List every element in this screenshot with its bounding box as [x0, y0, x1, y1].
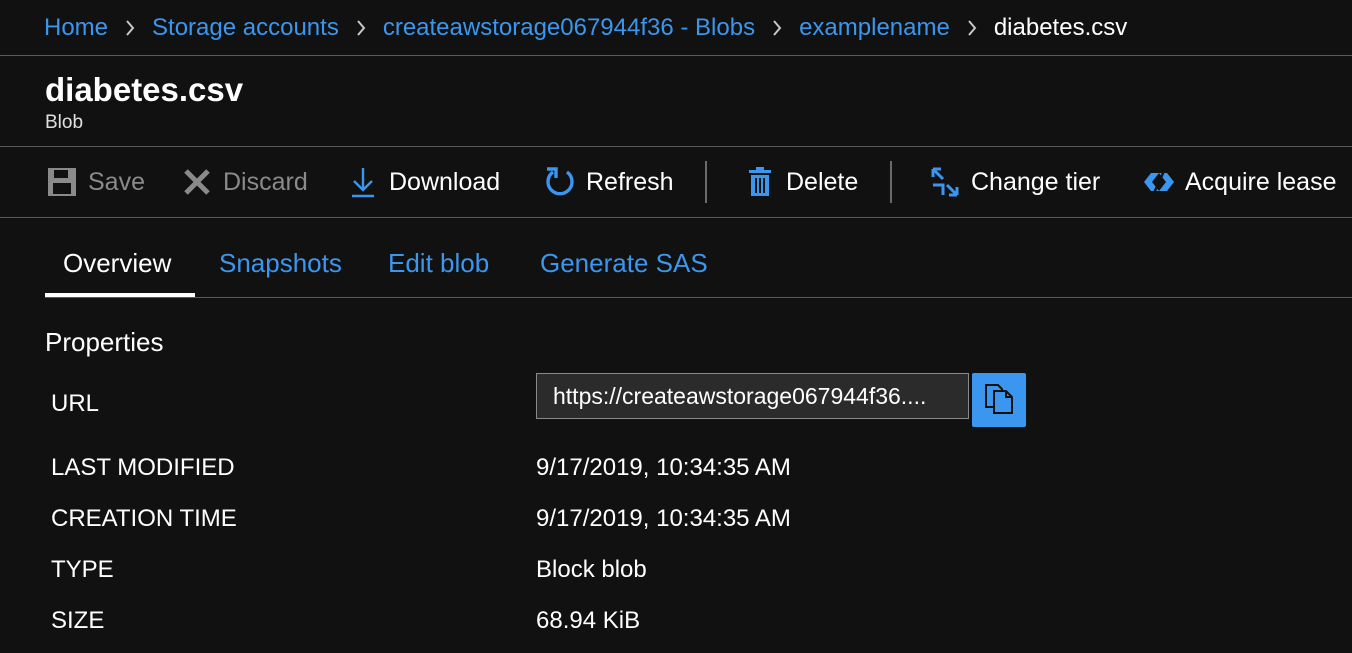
save-button[interactable]: Save [45, 147, 145, 217]
active-tab-indicator [45, 293, 195, 297]
tab-edit-blob[interactable]: Edit blob [388, 248, 489, 279]
breadcrumb-container[interactable]: examplename [799, 14, 950, 42]
refresh-label: Refresh [586, 167, 674, 196]
change-tier-button[interactable]: Change tier [928, 147, 1100, 217]
download-label: Download [389, 167, 501, 196]
delete-label: Delete [786, 167, 859, 196]
breadcrumb-blobs[interactable]: createawstorage067944f36 - Blobs [383, 14, 755, 42]
save-label: Save [88, 167, 145, 196]
creation-time-label: CREATION TIME [51, 505, 237, 532]
tab-generate-sas[interactable]: Generate SAS [540, 248, 708, 279]
last-modified-label: LAST MODIFIED [51, 454, 235, 481]
change-tier-icon [928, 165, 962, 199]
save-icon [45, 165, 79, 199]
creation-time-value: 9/17/2019, 10:34:35 AM [536, 505, 791, 532]
properties-heading: Properties [45, 327, 164, 357]
tab-overview[interactable]: Overview [63, 248, 171, 279]
delete-button[interactable]: Delete [743, 147, 858, 217]
delete-icon [743, 165, 777, 199]
command-bar: Save Discard Download Refresh Delete Cha… [0, 146, 1352, 218]
breadcrumb: Home Storage accounts createawstorage067… [0, 0, 1352, 56]
refresh-icon [543, 165, 577, 199]
refresh-button[interactable]: Refresh [543, 147, 674, 217]
last-modified-value: 9/17/2019, 10:34:35 AM [536, 454, 791, 481]
breadcrumb-home[interactable]: Home [44, 14, 108, 42]
type-value: Block blob [536, 556, 647, 583]
acquire-lease-icon [1142, 165, 1176, 199]
type-label: TYPE [51, 556, 114, 583]
page-header: diabetes.csv Blob [45, 68, 243, 134]
toolbar-divider [705, 161, 707, 203]
blob-overview-page: Home Storage accounts createawstorage067… [0, 0, 1352, 653]
chevron-right-icon [755, 14, 799, 42]
page-title: diabetes.csv [45, 71, 244, 108]
discard-label: Discard [223, 167, 308, 196]
discard-icon [180, 165, 214, 199]
breadcrumb-current: diabetes.csv [993, 13, 1128, 41]
size-value: 68.94 KiB [536, 607, 641, 634]
breadcrumb-storage-accounts[interactable]: Storage accounts [152, 14, 339, 42]
download-icon [346, 165, 380, 199]
chevron-right-icon [950, 14, 994, 42]
tab-snapshots[interactable]: Snapshots [219, 248, 342, 279]
chevron-right-icon [339, 14, 383, 42]
chevron-right-icon [108, 14, 152, 42]
acquire-lease-button[interactable]: Acquire lease [1142, 147, 1336, 217]
download-button[interactable]: Download [346, 147, 500, 217]
toolbar-divider [890, 161, 892, 203]
url-label: URL [51, 390, 100, 417]
discard-button[interactable]: Discard [180, 147, 308, 217]
copy-url-button[interactable] [972, 373, 1026, 427]
copy-icon [983, 381, 1015, 420]
size-label: SIZE [51, 607, 105, 634]
acquire-lease-label: Acquire lease [1185, 167, 1337, 196]
change-tier-label: Change tier [971, 167, 1101, 196]
tab-strip: Overview Snapshots Edit blob Generate SA… [45, 240, 1352, 298]
page-subtitle: Blob [45, 112, 84, 133]
url-field[interactable]: https://createawstorage067944f36.... [536, 373, 969, 419]
